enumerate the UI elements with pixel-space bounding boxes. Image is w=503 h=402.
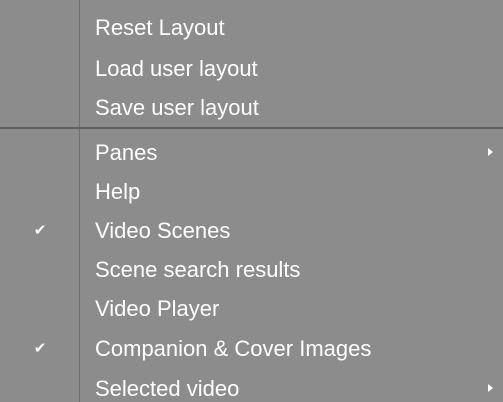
checkmark-icon: ✔ [33, 222, 47, 239]
menu-item-label: Save user layout [95, 95, 259, 120]
menu-item-label: Scene search results [95, 257, 301, 282]
checkmark-icon: ✔ [33, 340, 47, 357]
menu-item-help[interactable]: Help [0, 173, 503, 211]
menu-item-label: Help [95, 179, 141, 204]
menu-item-scene-search-results[interactable]: Scene search results [0, 251, 503, 289]
context-menu: Reset Layout Load user layout Save user … [0, 0, 503, 402]
menu-item-label: Panes [95, 140, 158, 165]
menu-item-label: Video Scenes [95, 218, 231, 243]
menu-separator [0, 127, 503, 129]
menu-item-label: Selected video [95, 376, 240, 401]
submenu-arrow-icon [486, 370, 496, 402]
menu-item-label: Companion & Cover Images [95, 336, 372, 361]
menu-item-panes[interactable]: Panes [0, 134, 503, 172]
menu-item-label: Load user layout [95, 56, 258, 81]
menu-item-label: Reset Layout [95, 15, 225, 40]
menu-item-reset-layout[interactable]: Reset Layout [0, 9, 503, 47]
menu-item-video-scenes[interactable]: ✔ Video Scenes [0, 212, 503, 250]
menu-item-companion-cover-images[interactable]: ✔ Companion & Cover Images [0, 330, 503, 368]
menu-item-label: Video Player [95, 296, 220, 321]
menu-item-selected-video[interactable]: Selected video [0, 370, 503, 402]
submenu-arrow-icon [486, 134, 496, 172]
menu-item-save-user-layout[interactable]: Save user layout [0, 89, 503, 127]
menu-item-video-player[interactable]: Video Player [0, 290, 503, 328]
menu-item-load-user-layout[interactable]: Load user layout [0, 50, 503, 88]
